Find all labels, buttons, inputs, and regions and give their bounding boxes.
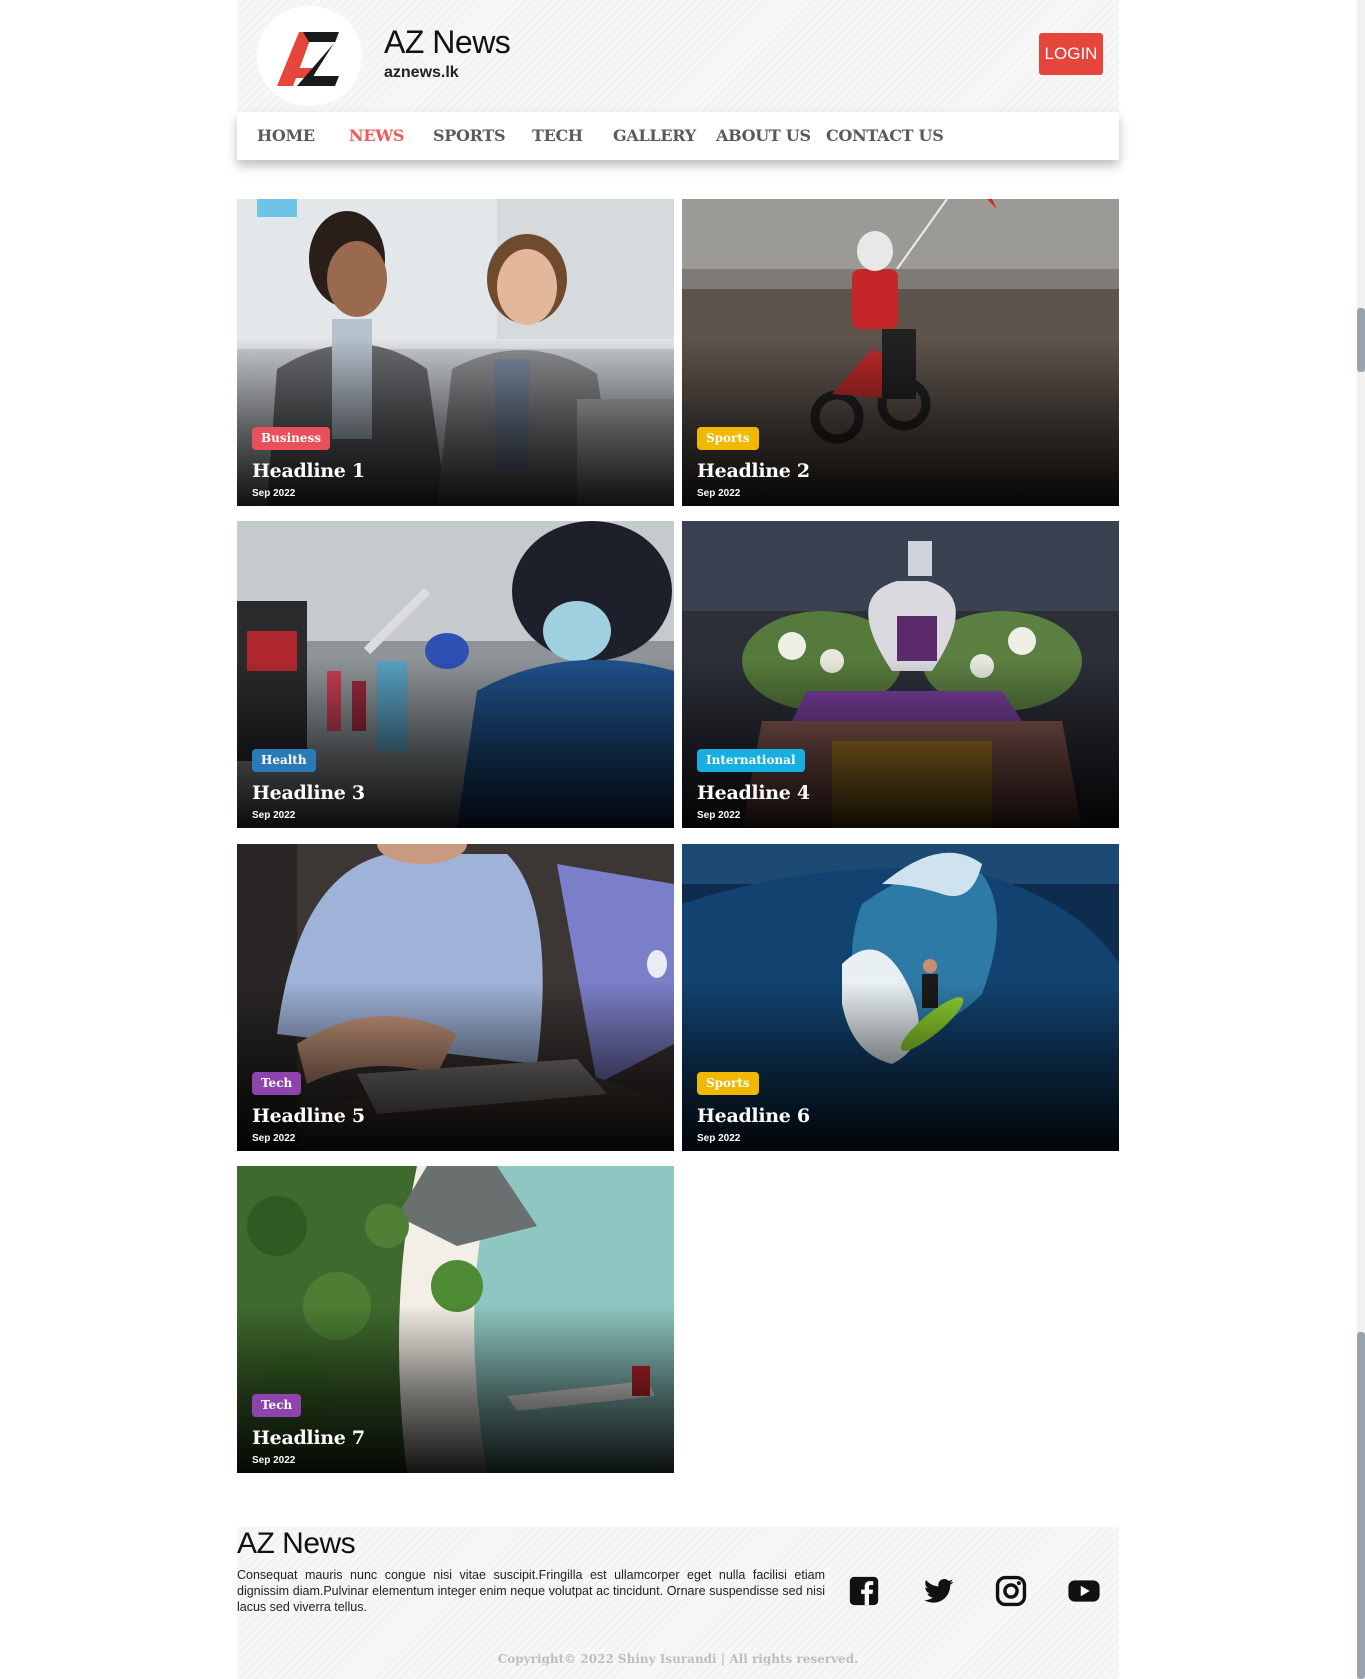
site-footer: AZ News Consequat mauris nunc congue nis… (237, 1527, 1119, 1679)
card-date: Sep 2022 (697, 488, 741, 499)
news-card[interactable]: Sports Headline 2 Sep 2022 (682, 199, 1119, 506)
category-badge[interactable]: Sports (697, 427, 759, 450)
youtube-icon[interactable] (1067, 1574, 1101, 1608)
card-date: Sep 2022 (252, 1133, 296, 1144)
card-headline[interactable]: Headline 1 (252, 460, 365, 482)
nav-item-about-us[interactable]: ABOUT US (716, 126, 811, 145)
site-logo[interactable] (257, 6, 362, 106)
nav-item-news[interactable]: NEWS (349, 126, 404, 145)
site-domain: aznews.lk (384, 64, 459, 81)
az-logo-icon (277, 32, 341, 86)
card-date: Sep 2022 (697, 1133, 741, 1144)
site-header: AZ News aznews.lk LOGIN (237, 0, 1119, 112)
twitter-icon[interactable] (921, 1574, 955, 1608)
site-title: AZ News (384, 24, 511, 60)
instagram-icon[interactable] (994, 1574, 1028, 1608)
copyright-text: Copyright© 2022 Shiny Isurandi | All rig… (497, 1652, 859, 1666)
card-headline[interactable]: Headline 5 (252, 1105, 365, 1127)
card-headline[interactable]: Headline 2 (697, 460, 810, 482)
nav-item-contact-us[interactable]: CONTACT US (826, 126, 944, 145)
card-headline[interactable]: Headline 7 (252, 1427, 365, 1449)
card-date: Sep 2022 (252, 1455, 296, 1466)
news-card[interactable]: Business Headline 1 Sep 2022 (237, 199, 674, 506)
card-headline[interactable]: Headline 3 (252, 782, 365, 804)
card-headline[interactable]: Headline 4 (697, 782, 810, 804)
nav-item-gallery[interactable]: GALLERY (613, 126, 696, 145)
card-date: Sep 2022 (252, 810, 296, 821)
category-badge[interactable]: International (697, 749, 805, 772)
footer-title: AZ News (237, 1527, 356, 1560)
footer-description: Consequat mauris nunc congue nisi vitae … (237, 1568, 825, 1614)
card-headline[interactable]: Headline 6 (697, 1105, 810, 1127)
card-date: Sep 2022 (252, 488, 296, 499)
category-badge[interactable]: Business (252, 427, 331, 450)
news-card[interactable]: Tech Headline 7 Sep 2022 (237, 1166, 674, 1473)
main-nav: HOME NEWS SPORTS TECH GALLERY ABOUT US C… (237, 112, 1119, 160)
category-badge[interactable]: Sports (697, 1072, 759, 1095)
category-badge[interactable]: Health (252, 749, 316, 772)
nav-item-tech[interactable]: TECH (532, 126, 583, 145)
news-card[interactable]: Sports Headline 6 Sep 2022 (682, 844, 1119, 1151)
login-button[interactable]: LOGIN (1039, 33, 1103, 75)
nav-item-sports[interactable]: SPORTS (433, 126, 506, 145)
facebook-icon[interactable] (847, 1574, 881, 1608)
news-card[interactable]: Tech Headline 5 Sep 2022 (237, 844, 674, 1151)
scrollbar-thumb[interactable] (1357, 308, 1365, 372)
card-date: Sep 2022 (697, 810, 741, 821)
scrollbar-thumb-lower[interactable] (1357, 1332, 1365, 1679)
category-badge[interactable]: Tech (252, 1394, 302, 1417)
category-badge[interactable]: Tech (252, 1072, 302, 1095)
news-card[interactable]: International Headline 4 Sep 2022 (682, 521, 1119, 828)
nav-item-home[interactable]: HOME (257, 126, 315, 145)
page-scrollbar[interactable] (1357, 0, 1365, 1679)
news-card[interactable]: Health Headline 3 Sep 2022 (237, 521, 674, 828)
